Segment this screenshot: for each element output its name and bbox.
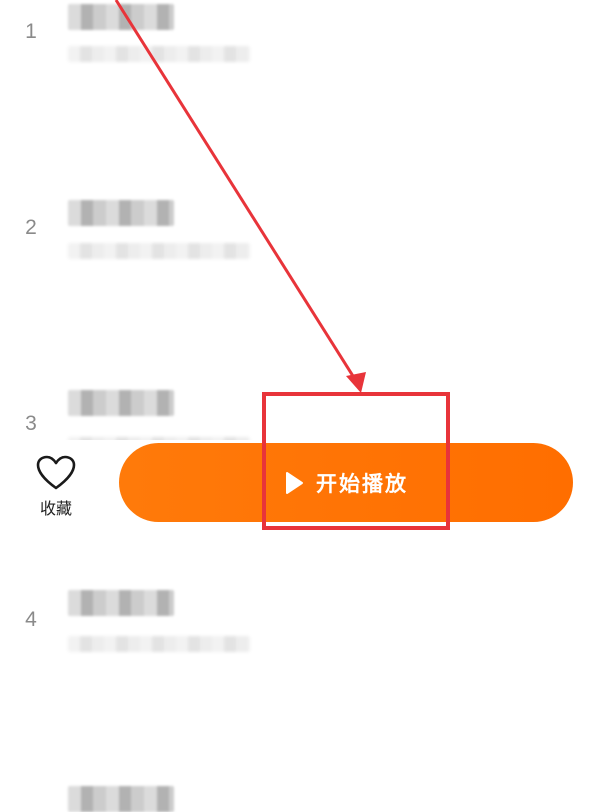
play-icon (286, 471, 303, 494)
start-playback-label: 开始播放 (316, 471, 408, 496)
favorite-button[interactable]: 收藏 (30, 455, 82, 521)
track-number: 1 (25, 20, 37, 43)
track-title-blurred (68, 590, 174, 616)
track-number: 4 (25, 608, 37, 631)
track-title-blurred (68, 4, 174, 30)
track-row[interactable]: 2 (0, 98, 600, 259)
track-subtitle-blurred (68, 46, 250, 62)
heart-icon (36, 455, 76, 490)
track-list: 1 2 3 4 (0, 0, 600, 812)
track-subtitle-blurred (68, 636, 250, 652)
favorite-label: 收藏 (39, 499, 72, 518)
track-title-blurred (68, 786, 174, 812)
track-row[interactable]: 4 (0, 294, 600, 652)
start-playback-button[interactable]: 开始播放 (119, 443, 573, 522)
track-row[interactable]: 1 (0, 0, 600, 98)
track-row[interactable]: 3 (0, 196, 600, 453)
